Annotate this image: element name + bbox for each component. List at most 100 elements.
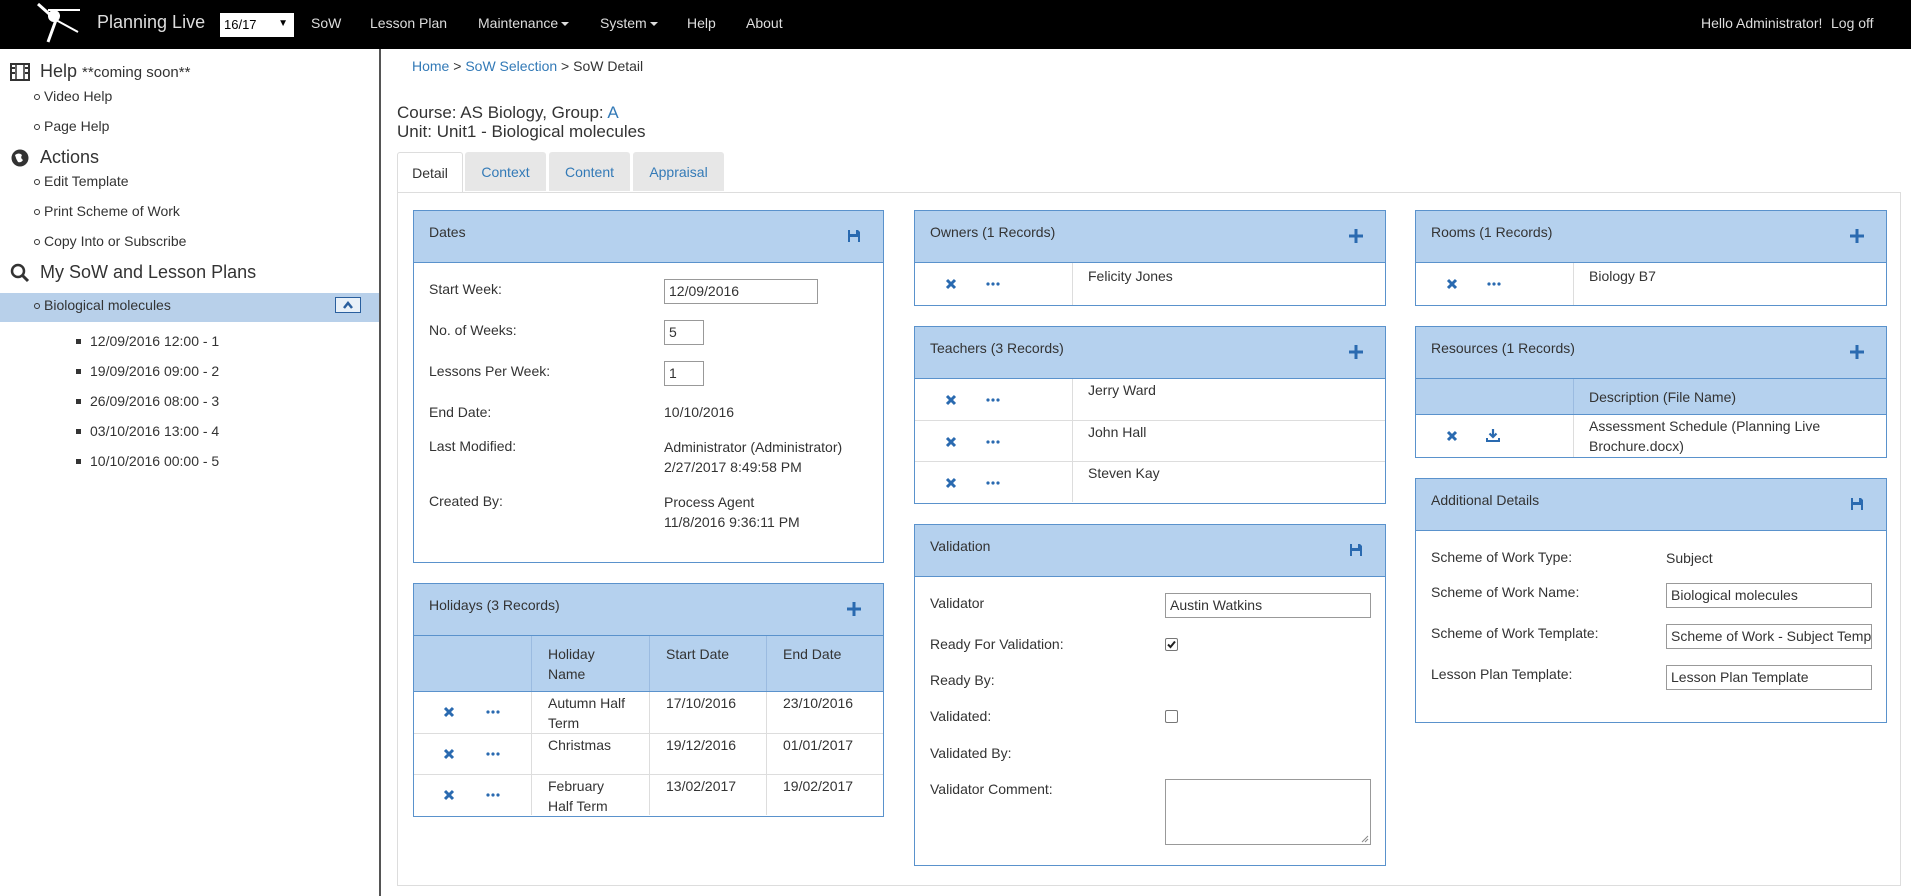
ready-by-label: Ready By: bbox=[930, 672, 995, 688]
more-icon[interactable] bbox=[986, 440, 1000, 444]
validator-comment-textarea[interactable] bbox=[1165, 779, 1371, 845]
more-icon[interactable] bbox=[986, 282, 1000, 286]
validation-panel: Validation Validator Austin Watkins Read… bbox=[914, 524, 1386, 866]
resource-description-line2[interactable]: Brochure.docx) bbox=[1589, 436, 1684, 456]
sow-template-input[interactable]: Scheme of Work - Subject Temp bbox=[1666, 624, 1872, 649]
planning-live-logo-icon[interactable] bbox=[34, 2, 84, 46]
add-icon[interactable] bbox=[1850, 345, 1864, 359]
col-name[interactable]: Name bbox=[548, 664, 585, 684]
delete-icon[interactable] bbox=[945, 394, 957, 406]
start-week-input[interactable]: 12/09/2016 bbox=[664, 279, 818, 304]
add-icon[interactable] bbox=[847, 602, 861, 616]
more-icon[interactable] bbox=[986, 398, 1000, 402]
brand-title[interactable]: Planning Live bbox=[97, 12, 205, 33]
holidays-table-header: Holiday Name Start Date End Date bbox=[414, 636, 883, 692]
resources-panel: Resources (1 Records) Description (File … bbox=[1415, 326, 1887, 458]
more-icon[interactable] bbox=[986, 481, 1000, 485]
add-icon[interactable] bbox=[1850, 229, 1864, 243]
owners-title: Owners (1 Records) bbox=[930, 224, 1056, 240]
lesson-item-2[interactable]: 19/09/2016 09:00 - 2 bbox=[75, 363, 219, 379]
tab-appraisal[interactable]: Appraisal bbox=[633, 152, 724, 191]
group-link[interactable]: A bbox=[607, 103, 618, 122]
col-holiday[interactable]: Holiday bbox=[548, 644, 595, 664]
more-icon[interactable] bbox=[486, 710, 500, 714]
delete-icon[interactable] bbox=[443, 706, 455, 718]
download-icon[interactable] bbox=[1486, 428, 1500, 442]
validated-checkbox[interactable] bbox=[1165, 710, 1178, 723]
delete-icon[interactable] bbox=[1446, 430, 1458, 442]
last-modified-at: 2/27/2017 8:49:58 PM bbox=[664, 459, 802, 475]
course-label: Course: AS Biology, Group: bbox=[397, 103, 604, 122]
resource-description-line1[interactable]: Assessment Schedule (Planning Live bbox=[1589, 416, 1820, 436]
lesson-plan-template-input[interactable]: Lesson Plan Template bbox=[1666, 665, 1872, 690]
tab-context[interactable]: Context bbox=[465, 152, 546, 191]
delete-icon[interactable] bbox=[945, 477, 957, 489]
col-description[interactable]: Description (File Name) bbox=[1589, 387, 1736, 407]
lesson-item-5[interactable]: 10/10/2016 00:00 - 5 bbox=[75, 453, 219, 469]
more-icon[interactable] bbox=[486, 752, 500, 756]
sow-name-input[interactable]: Biological molecules bbox=[1666, 583, 1872, 608]
save-icon[interactable] bbox=[1349, 543, 1363, 557]
nav-sow[interactable]: SoW bbox=[311, 15, 341, 31]
user-greeting[interactable]: Hello Administrator! bbox=[1701, 15, 1822, 31]
lesson-item-1[interactable]: 12/09/2016 12:00 - 1 bbox=[75, 333, 219, 349]
save-icon[interactable] bbox=[1850, 497, 1864, 511]
lesson-item-3[interactable]: 26/09/2016 08:00 - 3 bbox=[75, 393, 219, 409]
validator-input[interactable]: Austin Watkins bbox=[1165, 593, 1371, 618]
nav-system[interactable]: System bbox=[600, 15, 658, 31]
holidays-rows: Autumn Half Term 17/10/2016 23/10/2016 C… bbox=[414, 692, 883, 816]
add-icon[interactable] bbox=[1349, 229, 1363, 243]
delete-icon[interactable] bbox=[945, 436, 957, 448]
sow-name-label: Scheme of Work Name: bbox=[1431, 584, 1580, 600]
breadcrumb-home[interactable]: Home bbox=[412, 58, 449, 74]
delete-icon[interactable] bbox=[443, 789, 455, 801]
col-start-date[interactable]: Start Date bbox=[666, 644, 729, 664]
tab-detail[interactable]: Detail bbox=[397, 152, 463, 193]
owners-rows: Felicity Jones bbox=[915, 263, 1385, 305]
ready-for-validation-label: Ready For Validation: bbox=[930, 636, 1064, 652]
owner-name: Felicity Jones bbox=[1088, 268, 1173, 284]
logoff-link[interactable]: Log off bbox=[1831, 15, 1874, 31]
weeks-input[interactable]: 5 bbox=[664, 320, 704, 345]
nav-about[interactable]: About bbox=[746, 15, 783, 31]
save-icon[interactable] bbox=[847, 229, 861, 243]
tab-content[interactable]: Content bbox=[549, 152, 630, 191]
collapse-button[interactable] bbox=[335, 297, 361, 313]
academic-year-value: 16/17 bbox=[224, 17, 257, 32]
nav-help[interactable]: Help bbox=[687, 15, 716, 31]
more-icon[interactable] bbox=[1487, 282, 1501, 286]
col-end-date[interactable]: End Date bbox=[783, 644, 841, 664]
room-name: Biology B7 bbox=[1589, 268, 1656, 284]
nav-lesson-plan[interactable]: Lesson Plan bbox=[370, 15, 447, 31]
weeks-label: No. of Weeks: bbox=[429, 322, 517, 338]
breadcrumb-sow-selection[interactable]: SoW Selection bbox=[465, 58, 557, 74]
delete-icon[interactable] bbox=[1446, 278, 1458, 290]
delete-icon[interactable] bbox=[945, 278, 957, 290]
nav-system-label: System bbox=[600, 15, 647, 31]
validator-comment-label: Validator Comment: bbox=[930, 781, 1053, 797]
nav-maintenance[interactable]: Maintenance bbox=[478, 15, 569, 31]
sidebar-actions-heading: Actions bbox=[10, 147, 99, 168]
course-heading: Course: AS Biology, Group: A bbox=[397, 103, 619, 123]
ready-for-validation-checkbox[interactable] bbox=[1165, 638, 1178, 651]
sidebar-item-copy-subscribe[interactable]: Copy Into or Subscribe bbox=[33, 233, 186, 249]
lessons-per-week-input[interactable]: 1 bbox=[664, 361, 704, 386]
academic-year-select[interactable]: 16/17 ▼ bbox=[220, 13, 294, 37]
sidebar-item-video-help[interactable]: Video Help bbox=[33, 88, 112, 104]
resources-title: Resources (1 Records) bbox=[1431, 340, 1575, 356]
sidebar-item-edit-template[interactable]: Edit Template bbox=[34, 173, 129, 189]
sidebar-item-page-help[interactable]: Page Help bbox=[33, 118, 109, 134]
add-icon[interactable] bbox=[1349, 345, 1363, 359]
sidebar-item-biological-molecules[interactable]: Biological molecules bbox=[34, 297, 171, 313]
delete-icon[interactable] bbox=[443, 748, 455, 760]
resize-handle-icon[interactable] bbox=[1361, 835, 1369, 843]
more-icon[interactable] bbox=[486, 793, 500, 797]
validation-panel-header: Validation bbox=[915, 525, 1385, 577]
table-row: Steven Kay bbox=[915, 461, 1385, 502]
sidebar-selected-sow[interactable]: Biological molecules bbox=[0, 293, 379, 322]
holiday-end: 01/01/2017 bbox=[783, 737, 854, 753]
sidebar-help-note: **coming soon** bbox=[82, 64, 191, 81]
end-date-value: 10/10/2016 bbox=[664, 404, 735, 420]
lesson-item-4[interactable]: 03/10/2016 13:00 - 4 bbox=[75, 423, 219, 439]
sidebar-item-print-sow[interactable]: Print Scheme of Work bbox=[34, 203, 180, 219]
